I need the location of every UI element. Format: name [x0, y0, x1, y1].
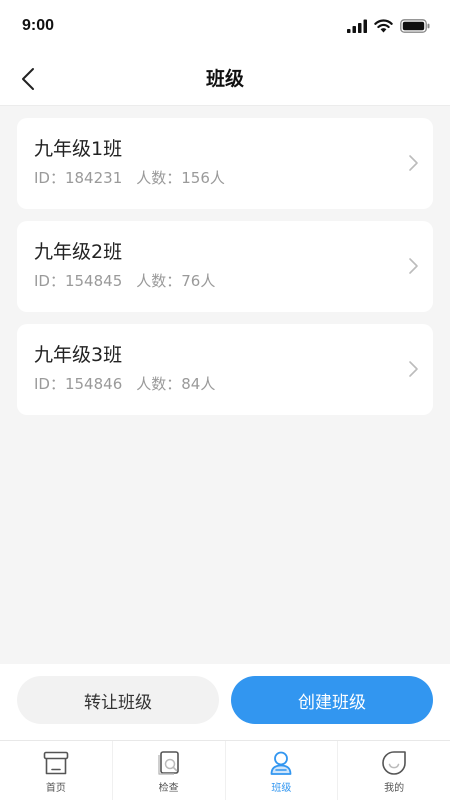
tab-label: 我的 [384, 783, 405, 794]
class-name: 九年级2班 [34, 241, 123, 263]
class-icon [270, 751, 292, 775]
class-count: 人数：76人 [136, 272, 216, 290]
class-card[interactable]: 九年级2班 ID：154845 人数：76人 [17, 221, 433, 312]
class-name: 九年级1班 [34, 138, 123, 160]
page-title: 班级 [205, 68, 244, 90]
back-button[interactable] [12, 63, 44, 95]
battery-icon [400, 19, 430, 33]
status-time: 9:00 [22, 17, 55, 34]
class-meta: ID：154846 人数：84人 [34, 374, 433, 394]
signal-icon [347, 19, 367, 33]
tab-profile[interactable]: 我的 [338, 741, 450, 800]
tab-inspect[interactable]: 检查 [113, 741, 226, 800]
wifi-icon [374, 19, 393, 33]
status-bar: 9:00 [0, 0, 450, 52]
action-area: 转让班级 创建班级 [0, 664, 450, 740]
screen: 9:00 班级 九年级1班 ID：184231 人数：156人 九年级2班 ID… [0, 0, 450, 800]
nav-bar: 班级 [0, 52, 450, 106]
create-class-button[interactable]: 创建班级 [231, 676, 433, 724]
tab-home[interactable]: 首页 [0, 741, 113, 800]
tab-bar: 首页 检查 班级 我的 [0, 740, 450, 800]
class-id: ID：154846 [34, 375, 123, 393]
class-id: ID：154845 [34, 272, 123, 290]
home-icon [43, 751, 69, 775]
tab-label: 检查 [158, 783, 179, 794]
class-count: 人数：156人 [136, 169, 225, 187]
chevron-left-icon [22, 68, 34, 90]
tab-label: 首页 [45, 783, 66, 794]
chevron-right-icon [409, 258, 418, 274]
status-icons [347, 19, 430, 33]
tab-class[interactable]: 班级 [226, 741, 339, 800]
class-meta: ID：154845 人数：76人 [34, 271, 433, 291]
inspect-icon [157, 751, 179, 775]
transfer-class-button[interactable]: 转让班级 [17, 676, 219, 724]
class-card[interactable]: 九年级3班 ID：154846 人数：84人 [17, 324, 433, 415]
chevron-right-icon [409, 361, 418, 377]
profile-icon [382, 751, 406, 775]
tab-label: 班级 [271, 783, 292, 794]
class-id: ID：184231 [34, 169, 123, 187]
class-list: 九年级1班 ID：184231 人数：156人 九年级2班 ID：154845 人数… [17, 118, 433, 427]
class-card[interactable]: 九年级1班 ID：184231 人数：156人 [17, 118, 433, 209]
chevron-right-icon [409, 155, 418, 171]
class-meta: ID：184231 人数：156人 [34, 168, 433, 188]
class-count: 人数：84人 [136, 375, 216, 393]
class-name: 九年级3班 [34, 344, 123, 366]
